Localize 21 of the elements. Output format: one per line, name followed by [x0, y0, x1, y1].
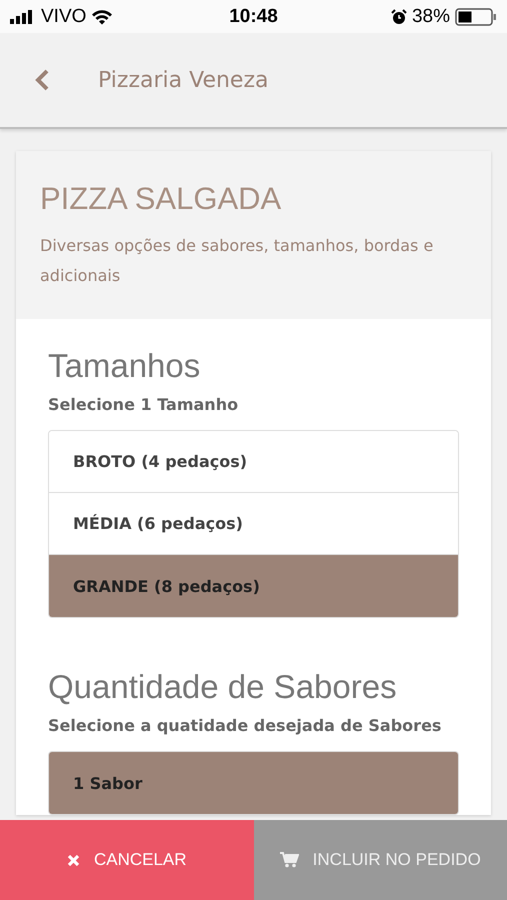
add-to-order-button[interactable]: INCLUIR NO PEDIDO	[254, 820, 507, 900]
cancel-button[interactable]: CANCELAR	[0, 820, 254, 900]
option-item[interactable]: GRANDE (8 pedaços)	[49, 555, 458, 617]
close-icon	[66, 854, 80, 866]
page-title: Pizzaria Veneza	[98, 68, 268, 92]
section-subtitle: Selecione 1 Tamanho	[48, 395, 240, 414]
category-title: PIZZA SALGADA	[40, 181, 282, 217]
cart-icon	[280, 852, 299, 868]
alarm-icon	[390, 8, 407, 24]
clock-time: 10:48	[229, 6, 278, 28]
back-icon[interactable]	[34, 68, 50, 92]
category-description: Diversas opções de sabores, tamanhos, bordas e adicionais	[40, 235, 434, 287]
option-item[interactable]: BROTO (4 pedaços)	[49, 431, 458, 493]
section-subtitle: Selecione a quatidade desejada de Sabores	[48, 716, 442, 735]
battery-icon	[454, 8, 497, 26]
section-title: Tamanhos	[48, 347, 202, 385]
wifi-icon	[91, 8, 114, 24]
battery-percent: 38%	[412, 6, 450, 28]
carrier-name: VIVO	[41, 6, 86, 28]
option-item[interactable]: 1 Sabor	[49, 752, 458, 814]
section-title: Quantidade de Sabores	[48, 668, 398, 706]
